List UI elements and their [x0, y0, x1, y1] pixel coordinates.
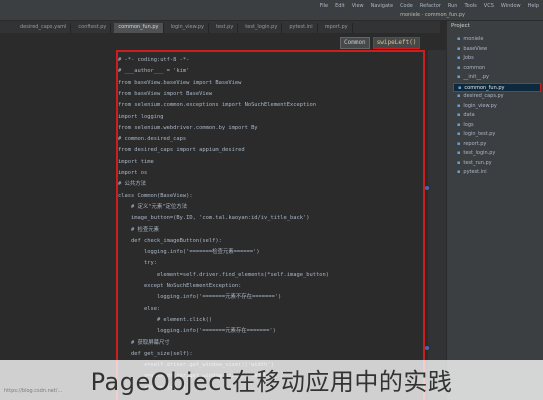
sidebar-file-item[interactable]: moniele [457, 35, 483, 44]
menu-item[interactable]: Window [501, 3, 521, 9]
menu-item[interactable]: View [352, 3, 364, 9]
menu-item[interactable]: Edit [335, 3, 345, 9]
editor-tab[interactable]: test_login.py [241, 23, 283, 33]
sidebar-file-item[interactable]: login_test.py [457, 130, 495, 139]
sidebar-file-item[interactable]: baseView [457, 45, 487, 54]
sidebar-file-item[interactable]: pytest.ini [457, 168, 486, 177]
sidebar-file-item[interactable]: test_run.py [457, 159, 491, 168]
menu-item[interactable]: Code [400, 3, 413, 9]
menu-item[interactable]: VCS [484, 3, 494, 9]
sidebar-file-item[interactable]: data [457, 111, 474, 120]
menu-item[interactable]: Run [448, 3, 458, 9]
sidebar-title: Project [451, 23, 470, 29]
sidebar-file-item[interactable]: desired_caps.py [457, 92, 503, 101]
sidebar-file-item[interactable]: common_fun.py [453, 82, 541, 92]
sidebar-file-item[interactable]: Jobs [457, 54, 473, 63]
menu-item[interactable]: Tools [464, 3, 476, 9]
editor-tab-bar: desired_caps.yaml conftest.py common_fun.p… [0, 21, 440, 33]
editor-tab[interactable]: conftest.py [74, 23, 112, 33]
sidebar-file-item[interactable]: login_view.py [457, 102, 496, 111]
editor-left-area [0, 33, 112, 400]
editor-tab[interactable]: common_fun.py [114, 23, 164, 33]
watermark: https://blog.csdn.net/... [4, 388, 63, 394]
editor-tab[interactable]: report.py [321, 23, 353, 33]
highlight-frame [116, 50, 425, 400]
breakpoint-marker[interactable] [425, 186, 429, 190]
method-chip[interactable]: swipeLeft() [372, 37, 421, 49]
sidebar-file-item[interactable]: logs [457, 121, 473, 130]
sidebar-file-item[interactable]: common [457, 64, 485, 73]
sidebar-file-item[interactable]: test_login.py [457, 149, 495, 158]
editor-tab[interactable]: test.py [212, 23, 239, 33]
editor-breadcrumb-chips: Common swipeLeft() [340, 37, 421, 49]
class-chip[interactable]: Common [340, 37, 370, 49]
menu-bar: File Edit View Navigate Code Refactor Run Tools… [0, 0, 543, 11]
menu-item[interactable]: Help [528, 3, 539, 9]
sidebar-file-item[interactable]: __init__.py [457, 73, 489, 82]
article-caption: PageObject在移动应用中的实践 [90, 368, 453, 396]
breadcrumb[interactable]: moniele · common_fun.py [400, 12, 465, 18]
editor-tab[interactable]: login_view.py [167, 23, 209, 33]
menu-item[interactable]: Refactor [420, 3, 441, 9]
editor-tab[interactable]: pytest.ini [285, 23, 318, 33]
breakpoint-marker[interactable] [425, 346, 429, 350]
menu-item[interactable]: File [320, 3, 328, 9]
editor-tab[interactable]: desired_caps.yaml [16, 23, 72, 33]
menu-item[interactable]: Navigate [371, 3, 393, 9]
project-sidebar: Project monielebaseViewJobscommon__init_… [446, 21, 543, 400]
sidebar-file-item[interactable]: report.py [457, 140, 486, 149]
navigation-toolbar: moniele · common_fun.py [0, 11, 543, 21]
